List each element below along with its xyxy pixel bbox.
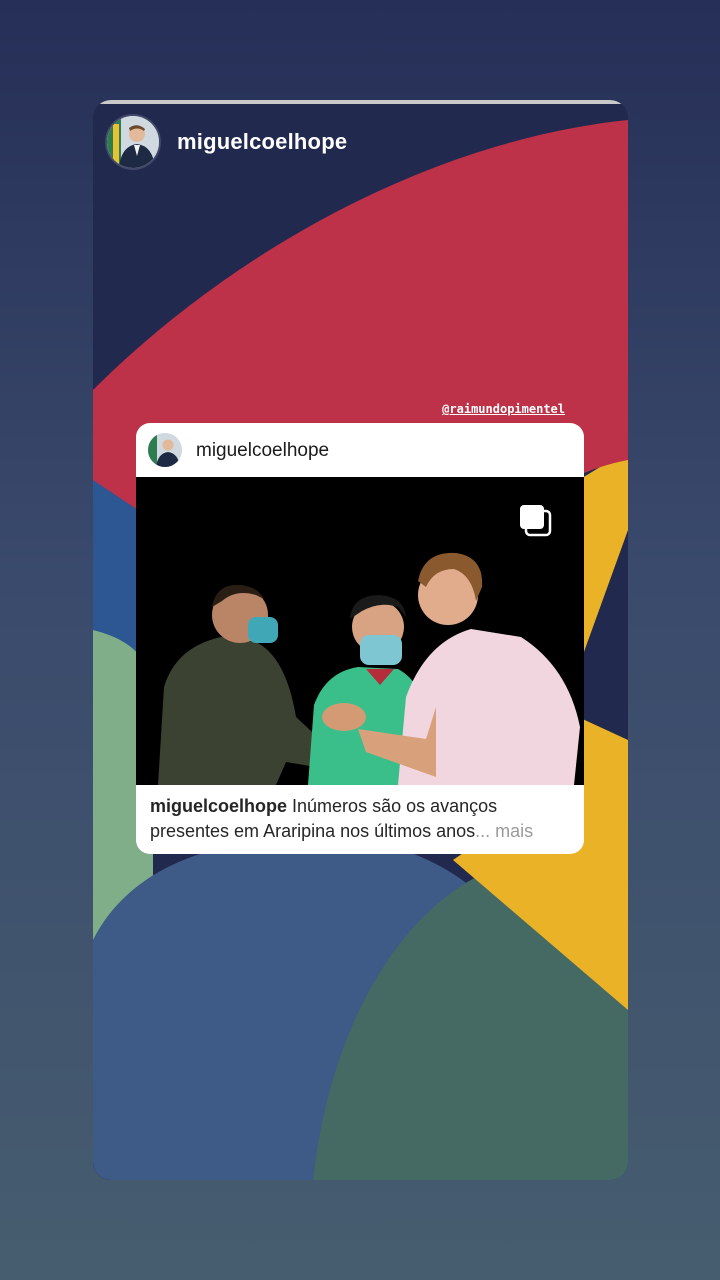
post-avatar[interactable]: [148, 433, 182, 467]
story-username[interactable]: miguelcoelhope: [177, 129, 347, 155]
post-caption: miguelcoelhope Inúmeros são os avanços p…: [150, 794, 570, 844]
post-photo[interactable]: [136, 477, 584, 785]
post-header: miguelcoelhope: [136, 423, 584, 477]
mention-tag[interactable]: @raimundopimentel: [442, 402, 565, 416]
profile-photo-icon: [107, 116, 159, 168]
shared-post-card[interactable]: miguelcoelhope miguelcoelhope Inúmeros s…: [136, 423, 584, 854]
story-progress-bar: [99, 100, 622, 104]
post-username[interactable]: miguelcoelhope: [196, 440, 329, 462]
story-avatar[interactable]: [107, 116, 159, 168]
more-link[interactable]: ... mais: [475, 821, 533, 841]
story-frame[interactable]: miguelcoelhope @raimundopimentel miguelc…: [93, 100, 628, 1180]
post-image: [136, 477, 584, 785]
caption-username[interactable]: miguelcoelhope: [150, 796, 287, 816]
profile-photo-icon: [148, 433, 182, 467]
